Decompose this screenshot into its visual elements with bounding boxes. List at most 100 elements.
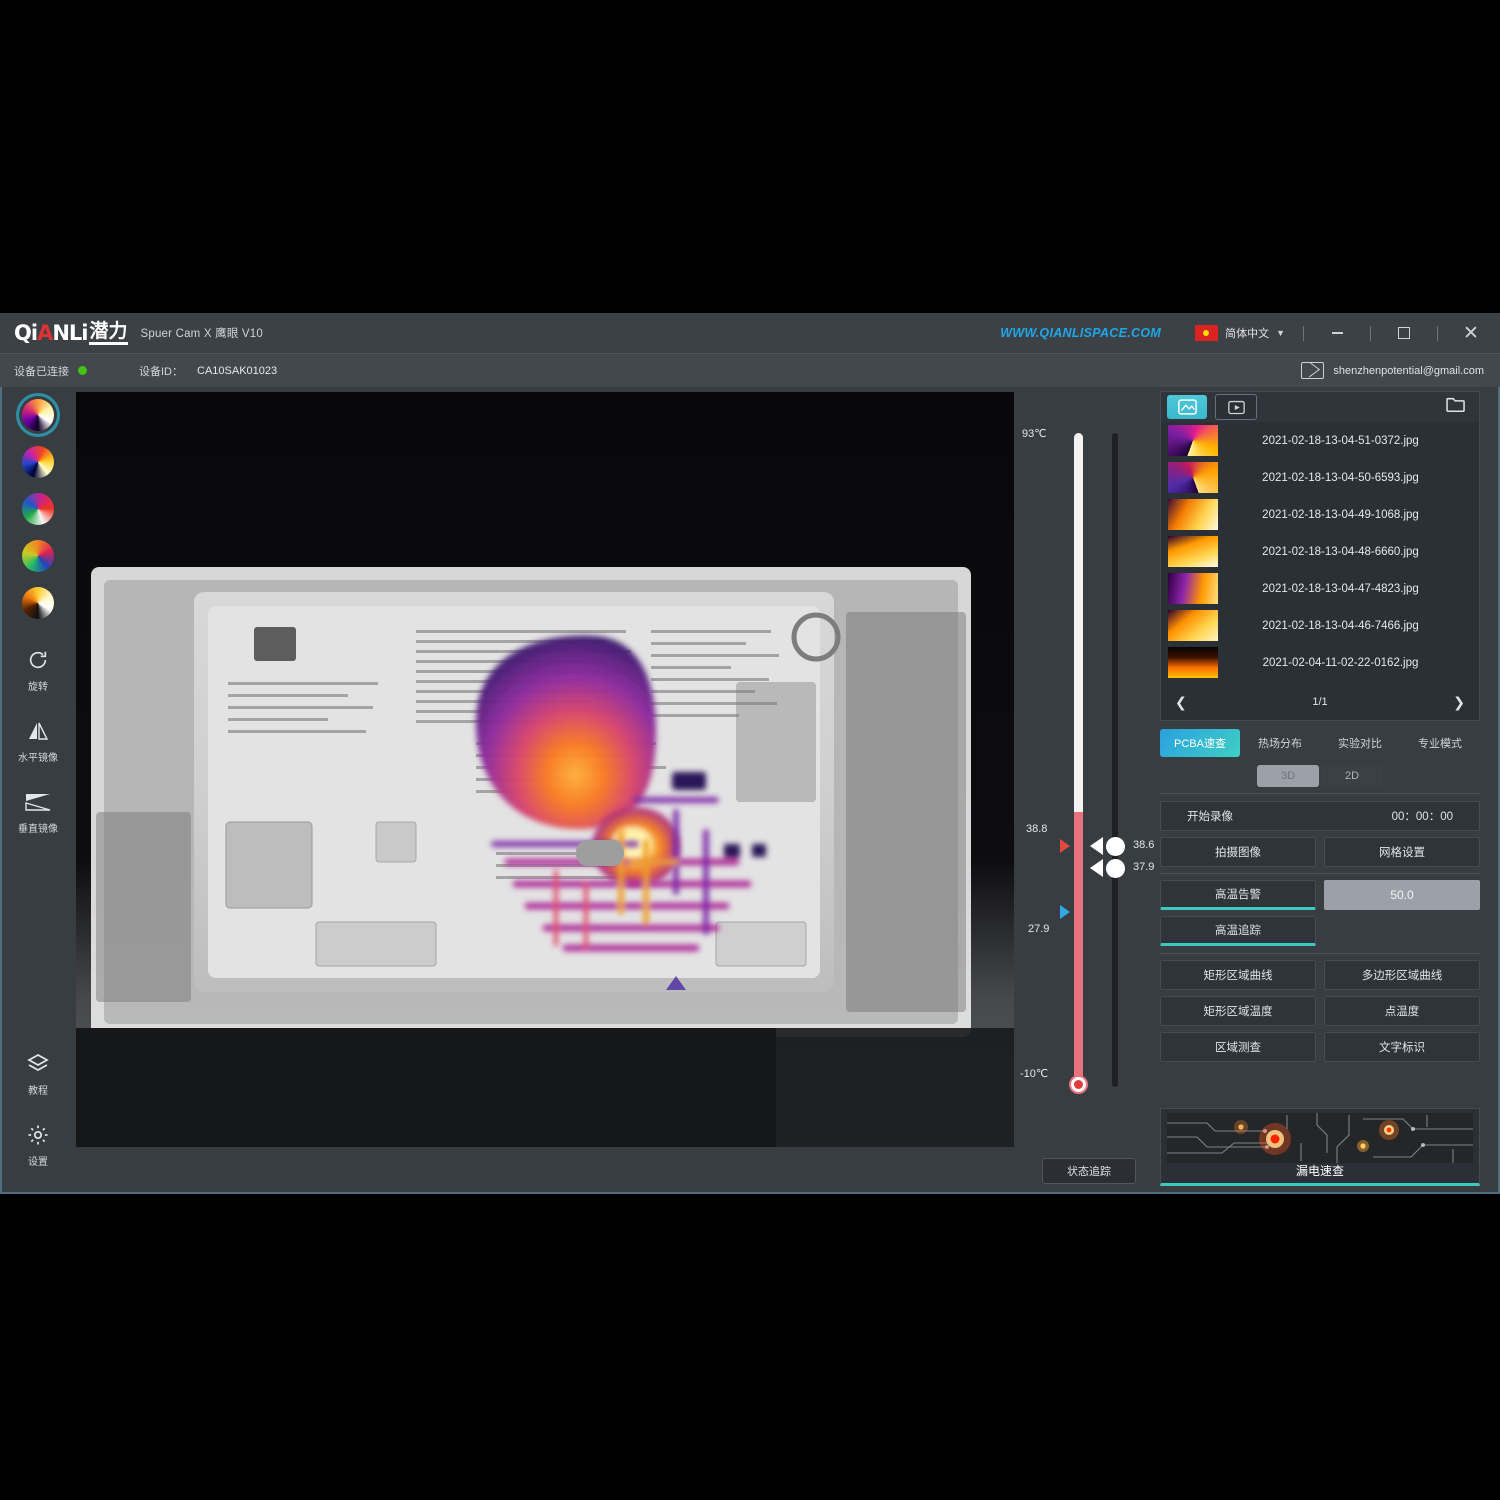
toggle-3d[interactable]: 3D <box>1257 765 1319 787</box>
file-list-item[interactable]: 2021-02-18-13-04-50-6593.jpg <box>1161 459 1479 496</box>
temperature-scale-panel: 93℃ -10℃ 38.8 27.9 38.6 37.9 状态追踪 <box>1016 387 1162 1192</box>
rotate-icon <box>2 646 74 674</box>
next-page-button[interactable]: ❯ <box>1453 694 1465 711</box>
status-bar: 设备已连接 设备ID： CA10SAK01023 shenzhenpotenti… <box>0 353 1500 387</box>
high-marker-pointer[interactable] <box>1060 839 1070 853</box>
palette-warm-button[interactable] <box>19 584 57 622</box>
file-name: 2021-02-18-13-04-50-6593.jpg <box>1218 472 1463 484</box>
panel-tab-3[interactable]: 专业模式 <box>1400 729 1480 757</box>
work-area: 旋转 水平镜像 垂直镜像 <box>0 387 1500 1194</box>
grid-settings-button[interactable]: 网格设置 <box>1324 837 1480 867</box>
thermometer-bulb-icon <box>1069 1075 1088 1094</box>
rect-region-temp-button[interactable]: 矩形区域温度 <box>1160 996 1316 1026</box>
high-temp-tracking-button[interactable]: 高温追踪 <box>1160 916 1316 946</box>
slider-track[interactable] <box>1112 433 1118 1087</box>
alarm-threshold-value[interactable]: 50.0 <box>1324 880 1480 910</box>
slider-knob-low[interactable] <box>1106 859 1125 878</box>
point-temp-button[interactable]: 点温度 <box>1324 996 1480 1026</box>
flip-horizontal-tool[interactable]: 水平镜像 <box>2 717 74 764</box>
file-list-item[interactable]: 2021-02-18-13-04-46-7466.jpg <box>1161 607 1479 644</box>
device-id-value: CA10SAK01023 <box>197 365 277 377</box>
brand-logo: QiANLi 潜力 <box>14 321 128 345</box>
polygon-region-curve-button[interactable]: 多边形区域曲线 <box>1324 960 1480 990</box>
palette-rainbow-c-button[interactable] <box>19 537 57 575</box>
language-selector-label[interactable]: 简体中文 <box>1225 325 1269 341</box>
text-marker-button[interactable]: 文字标识 <box>1324 1032 1480 1062</box>
file-list-item[interactable]: 2021-02-18-13-04-48-6660.jpg <box>1161 533 1479 570</box>
temperature-bar[interactable] <box>1074 433 1083 1087</box>
high-temp-alarm-button[interactable]: 高温告警 <box>1160 880 1316 910</box>
thermal-image-viewport[interactable] <box>76 392 1014 1147</box>
file-list-item[interactable]: 2021-02-04-11-02-22-0162.jpg <box>1161 644 1479 681</box>
open-folder-button[interactable] <box>1445 396 1467 418</box>
low-marker-label: 27.9 <box>1028 923 1049 935</box>
panel-tab-2[interactable]: 实验对比 <box>1320 729 1400 757</box>
prev-page-button[interactable]: ❮ <box>1175 694 1187 711</box>
chevron-down-icon[interactable]: ▼ <box>1276 328 1285 338</box>
close-button[interactable]: ✕ <box>1456 318 1486 348</box>
region-inspect-button[interactable]: 区域测查 <box>1160 1032 1316 1062</box>
banner-circuit-image <box>1167 1113 1473 1163</box>
folder-icon <box>1445 396 1467 413</box>
right-panel: 2021-02-18-13-04-51-0372.jpg 2021-02-18-1… <box>1160 387 1482 1192</box>
minimize-button[interactable] <box>1322 318 1352 348</box>
brand-logo-text: QiANLi <box>14 321 87 345</box>
video-tab[interactable] <box>1215 394 1257 420</box>
image-tab[interactable] <box>1167 395 1207 419</box>
capture-image-button[interactable]: 拍摄图像 <box>1160 837 1316 867</box>
brand-logo-chinese: 潜力 <box>89 322 127 345</box>
file-browser: 2021-02-18-13-04-51-0372.jpg 2021-02-18-1… <box>1160 391 1480 721</box>
divider <box>1303 326 1304 341</box>
record-button[interactable]: 开始录像 00：00：00 <box>1160 801 1480 831</box>
settings-tool[interactable]: 设置 <box>2 1121 74 1168</box>
record-timer: 00：00：00 <box>1392 808 1453 824</box>
low-marker-pointer[interactable] <box>1060 905 1070 919</box>
panel-tabs: PCBA速查热场分布实验对比专业模式 <box>1160 729 1480 757</box>
device-id-label: 设备ID： <box>139 363 183 379</box>
tutorial-tool[interactable]: 教程 <box>2 1050 74 1097</box>
file-thumbnail <box>1168 462 1218 493</box>
maximize-button[interactable] <box>1389 318 1419 348</box>
thermal-image <box>76 392 1014 1147</box>
temperature-min-label: -10℃ <box>1020 1067 1048 1080</box>
panel-tab-1[interactable]: 热场分布 <box>1240 729 1320 757</box>
gear-icon <box>2 1121 74 1149</box>
website-link[interactable]: WWW.QIANLISPACE.COM <box>1000 326 1161 340</box>
file-thumbnail <box>1168 647 1218 678</box>
file-list-item[interactable]: 2021-02-18-13-04-47-4823.jpg <box>1161 570 1479 607</box>
file-name: 2021-02-18-13-04-49-1068.jpg <box>1218 509 1463 521</box>
palette-inferno-button[interactable] <box>19 396 57 434</box>
file-browser-header <box>1161 392 1479 422</box>
temperature-bar-hot <box>1074 812 1083 1087</box>
knob-high-arrow <box>1090 837 1103 855</box>
rect-region-curve-button[interactable]: 矩形区域曲线 <box>1160 960 1316 990</box>
knob-low-arrow <box>1090 859 1103 877</box>
divider <box>1370 326 1371 341</box>
toggle-2d[interactable]: 2D <box>1321 765 1383 787</box>
left-toolbar: 旋转 水平镜像 垂直镜像 <box>2 387 74 1192</box>
high-marker-label: 38.8 <box>1026 823 1047 835</box>
flip-vertical-tool[interactable]: 垂直镜像 <box>2 788 74 835</box>
image-icon <box>1178 399 1197 415</box>
panel-tab-0[interactable]: PCBA速查 <box>1160 729 1240 757</box>
status-tracking-button[interactable]: 状态追踪 <box>1042 1158 1136 1184</box>
settings-label: 设置 <box>2 1153 74 1168</box>
file-list-item[interactable]: 2021-02-18-13-04-51-0372.jpg <box>1161 422 1479 459</box>
banner-label: 漏电速查 <box>1161 1162 1479 1179</box>
leakage-check-banner[interactable]: 漏电速查 <box>1160 1108 1480 1186</box>
palette-rainbow-a-button[interactable] <box>19 443 57 481</box>
slider-knob-high[interactable] <box>1106 837 1125 856</box>
application-window: QiANLi 潜力 Spuer Cam X 鹰眼 V10 WWW.QIANLIS… <box>0 313 1500 1193</box>
file-name: 2021-02-18-13-04-48-6660.jpg <box>1218 546 1463 558</box>
flip-vertical-icon <box>2 788 74 816</box>
status-indicator-dot <box>78 366 87 375</box>
file-thumbnail <box>1168 610 1218 641</box>
video-icon <box>1228 400 1245 415</box>
account-email[interactable]: shenzhenpotential@gmail.com <box>1301 362 1484 379</box>
rotate-tool[interactable]: 旋转 <box>2 646 74 693</box>
palette-rainbow-b-button[interactable] <box>19 490 57 528</box>
file-thumbnail <box>1168 536 1218 567</box>
temperature-max-label: 93℃ <box>1022 427 1047 440</box>
file-list[interactable]: 2021-02-18-13-04-51-0372.jpg 2021-02-18-1… <box>1161 422 1479 687</box>
file-list-item[interactable]: 2021-02-18-13-04-49-1068.jpg <box>1161 496 1479 533</box>
